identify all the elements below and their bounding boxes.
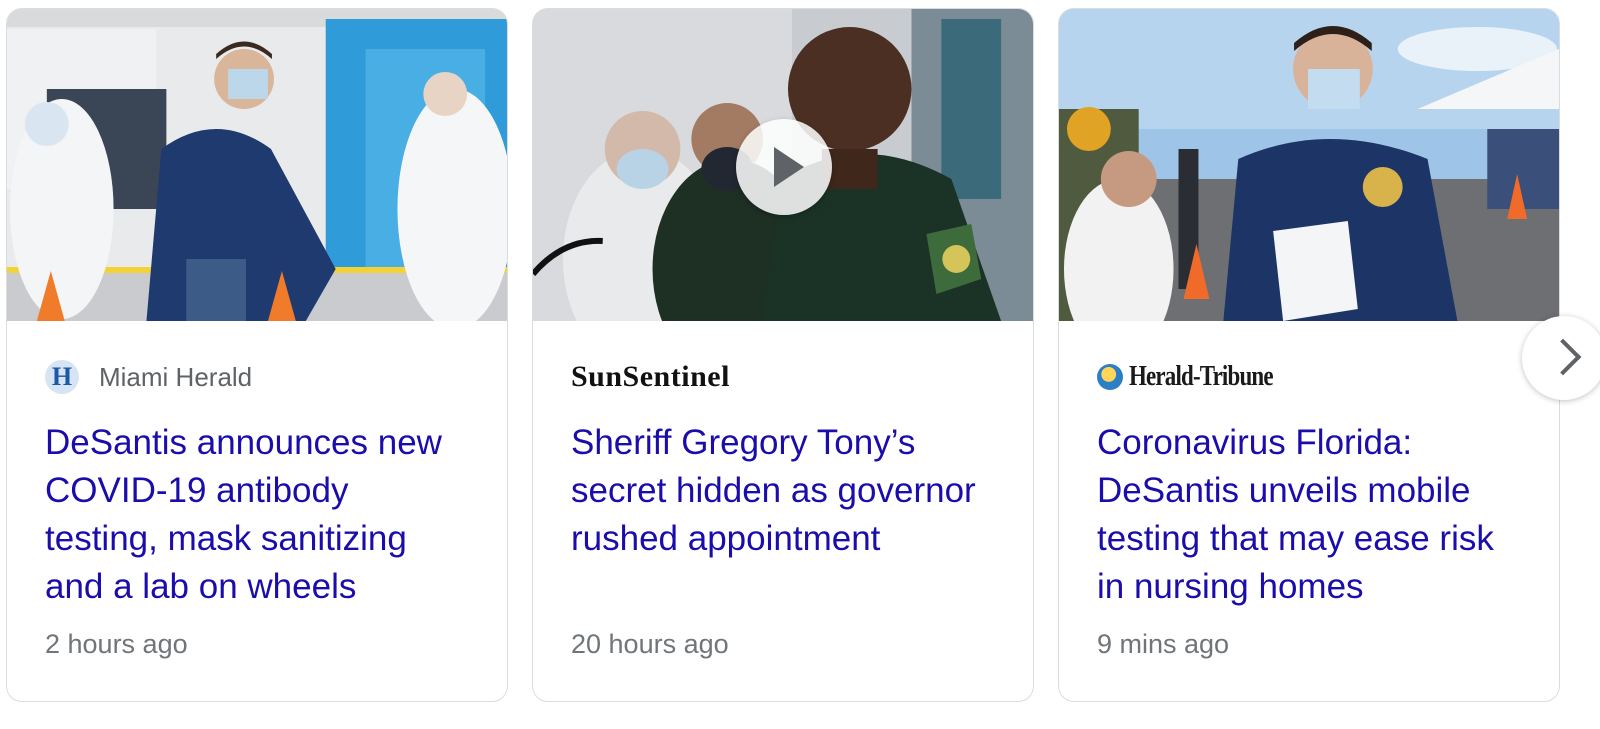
news-card[interactable]: Herald-Tribune Coronavirus Florida: DeSa… [1058, 8, 1560, 702]
herald-tribune-logo: Herald-Tribune [1129, 361, 1274, 392]
news-thumbnail[interactable] [7, 9, 507, 321]
globe-icon [1097, 364, 1123, 390]
news-source: Herald-Tribune [1097, 361, 1304, 393]
news-timestamp: 2 hours ago [45, 629, 188, 659]
play-icon [774, 147, 804, 187]
news-headline-link[interactable]: DeSantis announces new COVID-19 antibody… [45, 419, 465, 611]
chevron-right-icon [1544, 338, 1582, 376]
news-headline-link[interactable]: Sheriff Gregory Tony’s secret hidden as … [571, 419, 991, 563]
video-play-button[interactable] [736, 119, 832, 215]
news-timestamp: 9 mins ago [1097, 629, 1230, 659]
news-card[interactable]: H Miami Herald DeSantis announces new CO… [6, 8, 508, 702]
news-thumbnail[interactable] [1059, 9, 1559, 321]
news-card[interactable]: SunSentinel Sheriff Gregory Tony’s secre… [532, 8, 1034, 702]
news-timestamp: 20 hours ago [571, 629, 729, 659]
news-carousel: H Miami Herald DeSantis announces new CO… [6, 8, 1600, 720]
source-name: Miami Herald [99, 361, 253, 392]
news-thumbnail[interactable] [533, 9, 1033, 321]
news-source: H Miami Herald [45, 360, 253, 394]
sun-sentinel-logo: SunSentinel [571, 360, 730, 393]
miami-herald-logo-icon: H [45, 360, 79, 394]
carousel-next-button[interactable] [1522, 316, 1600, 400]
news-source: SunSentinel [571, 360, 730, 393]
news-headline-link[interactable]: Coronavirus Florida: DeSantis unveils mo… [1097, 419, 1517, 611]
